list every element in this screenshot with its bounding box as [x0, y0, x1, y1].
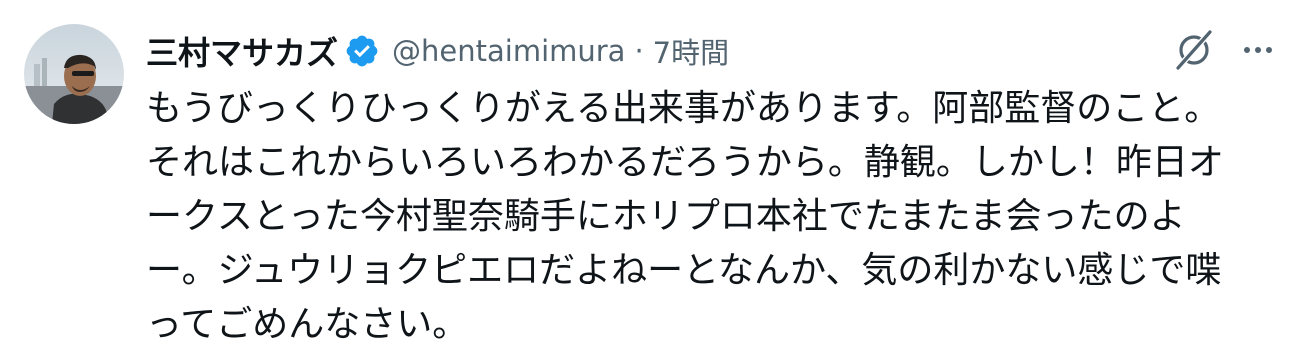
avatar-image [24, 24, 124, 124]
separator-dot: · [634, 34, 644, 68]
more-icon[interactable] [1238, 30, 1278, 70]
user-handle[interactable]: @hentaimimura [392, 34, 625, 68]
tweet-text-line: ってごめんなさい。 [146, 304, 469, 345]
tweet-text-line: もうびっくりひっくりがえる出来事があります。阿部監督のこと。 [146, 88, 1221, 129]
tweet-text-line: ー。ジュウリョクピエロだよねーとなんか、気の利かない感じで喋 [146, 250, 1222, 291]
avatar[interactable] [24, 24, 124, 124]
tweet-text-line: それはこれからいろいろわかるだろうから。静観。しかし！昨日オ [146, 142, 1224, 183]
timestamp[interactable]: 7時間 [653, 30, 729, 72]
tweet-header: 三村マサカズ @hentaimimura · 7時間 [146, 26, 729, 76]
tweet-text: もうびっくりひっくりがえる出来事があります。阿部監督のこと。 それはこれからいろ… [146, 82, 1286, 352]
tweet-text-line: ークスとった今村聖奈騎手にホリプロ本社でたまたま会ったのよ [146, 196, 1186, 237]
grok-icon[interactable] [1172, 28, 1216, 72]
tweet[interactable]: 三村マサカズ @hentaimimura · 7時間 もうびっくりひっくりがえる… [0, 0, 1300, 363]
display-name[interactable]: 三村マサカズ [146, 28, 338, 74]
verified-badge-icon [344, 33, 380, 69]
